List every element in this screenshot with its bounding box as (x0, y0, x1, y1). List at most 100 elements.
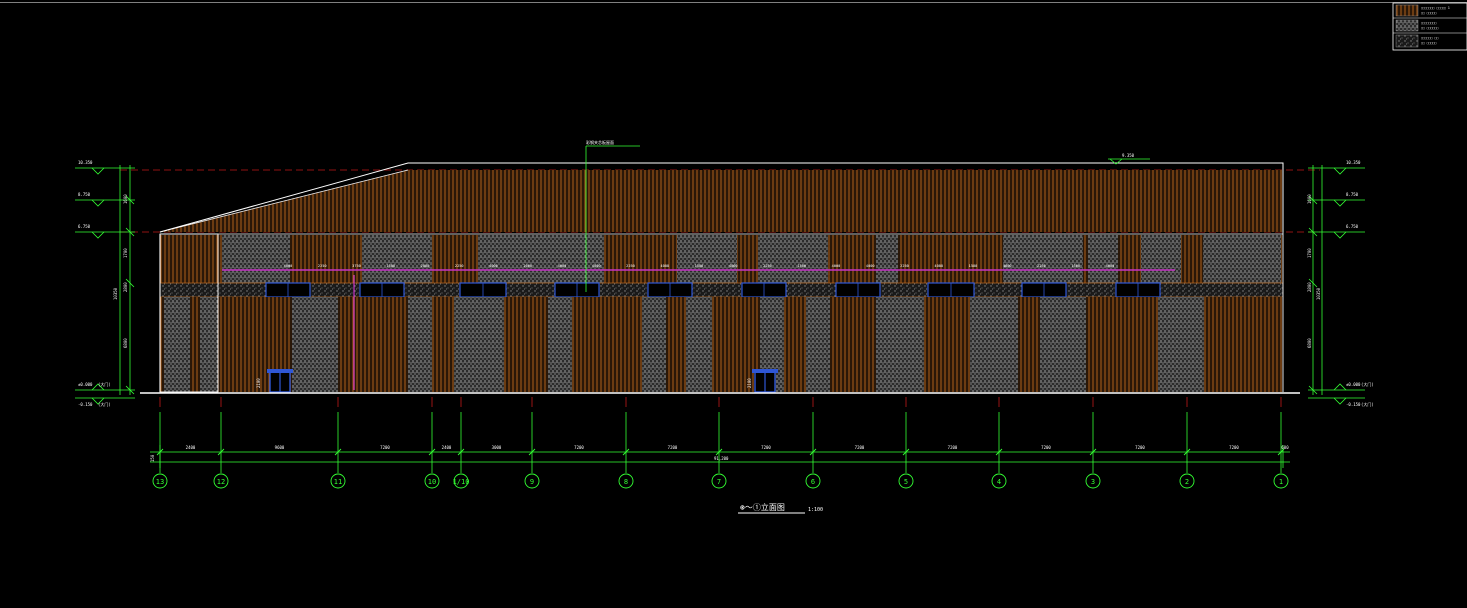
window-dim-19: 4000 (934, 264, 943, 268)
axis-label-4: 1/10 (453, 478, 470, 486)
window-dim-0: 4000 (284, 264, 293, 268)
overall-side-dimension: 150 (150, 454, 155, 462)
span-dim-11: 7200 (1135, 445, 1145, 450)
level-eave-left: 8.750 (78, 192, 91, 197)
level-mid-right: 6.750 (1346, 224, 1359, 229)
level-ground-right-note: (大门) (1361, 381, 1374, 387)
window-dim-13: 4000 (729, 264, 738, 268)
legend-swatch-gravel (1395, 34, 1419, 48)
vdim-left-5: 10350 (113, 287, 118, 300)
legend-swatch-stripe (1395, 19, 1419, 32)
legend-row-2-line1: □□□□□□□□ (1421, 21, 1436, 25)
span-dim-5: 7200 (574, 445, 584, 450)
window-dim-6: 4000 (489, 264, 498, 268)
legend-row-1-line2: □□ □□□□□ (1421, 11, 1436, 15)
axis-label-9: 5 (904, 478, 908, 486)
elevation-drawing: □□□□□□□ □□□□□ 1 □□ □□□□□ □□□□□□□□ □□ □□□… (0, 2, 1467, 514)
legend-row-3-line2: □□ □□□□□ (1421, 41, 1436, 45)
legend-row-3-line1: □□□□□□ □□ (1421, 36, 1438, 40)
axis-label-8: 6 (811, 478, 815, 486)
axis-label-3: 10 (428, 478, 436, 486)
axis-label-2: 11 (334, 478, 342, 486)
span-dim-13: 600 (1281, 445, 1289, 450)
vdim-left-1: 1600 (123, 194, 128, 204)
level-base-right-note: (大门) (1361, 401, 1374, 407)
axis-grid: 13 12 11 10 1/10 9 8 7 6 5 4 3 2 1 (152, 397, 1289, 489)
roof-note-text: 彩钢夹芯板屋面 (586, 139, 614, 145)
axis-label-10: 4 (997, 478, 1001, 486)
window-dim-18: 2250 (900, 264, 909, 268)
vdim-right-1: 1600 (1307, 194, 1312, 204)
span-dim-9: 7200 (948, 445, 958, 450)
window-dim-16: 4000 (832, 264, 841, 268)
window-dim-4: 2000 (421, 264, 430, 268)
vdim-left-3: 2800 (123, 282, 128, 292)
level-base-right: -0.150 (1346, 402, 1361, 407)
span-dim-2: 7200 (380, 445, 390, 450)
window-dim-3: 1500 (386, 264, 395, 268)
legend-swatch-orange (1395, 4, 1419, 17)
window-dim-7: 2000 (523, 264, 532, 268)
door-dim-right: 2100 (747, 378, 752, 388)
vdim-right-5: 10350 (1316, 287, 1321, 300)
window-dim-11: 4000 (660, 264, 669, 268)
span-dim-8: 7200 (855, 445, 865, 450)
vdim-left-2: 1700 (123, 248, 128, 258)
axis-label-0: 13 (156, 478, 164, 486)
level-top-right: 10.350 (1346, 160, 1361, 165)
window-dim-23: 1500 (1071, 264, 1080, 268)
right-levels (1308, 165, 1365, 405)
door-dim-left: 2100 (256, 378, 261, 388)
drawing-title: ⊛～①立面图 1:100 (738, 502, 823, 514)
level-ground-left-note: (大门) (98, 381, 111, 387)
gravel-strip (160, 283, 1283, 297)
drawing-scale-text: 1:100 (808, 507, 823, 513)
level-ground-left: ±0.000 (78, 382, 93, 387)
axis-label-11: 3 (1091, 478, 1095, 486)
window-dim-2: 3750 (352, 264, 361, 268)
window-dim-8: 4000 (558, 264, 567, 268)
vdim-left-4: 6800 (123, 338, 128, 348)
span-dim-4: 3000 (492, 445, 502, 450)
window-dim-1: 2250 (318, 264, 327, 268)
span-dim-1: 9600 (275, 445, 285, 450)
span-dimension-texts: 2400 9600 7200 2400 3000 7200 7200 7200 7200 7200… (186, 445, 1290, 450)
legend-row-2-line2: □□ □□□□□□ (1421, 26, 1438, 30)
level-ground-right: ±0.000 (1346, 382, 1361, 387)
material-legend: □□□□□□□ □□□□□ 1 □□ □□□□□ □□□□□□□□ □□ □□□… (1392, 2, 1467, 51)
window-dim-17: 4000 (866, 264, 875, 268)
axis-label-5: 9 (530, 478, 534, 486)
level-top-left: 10.350 (78, 160, 93, 165)
window-dim-10: 2250 (626, 264, 635, 268)
vdim-right-2: 1700 (1307, 248, 1312, 258)
level-base-left-note: (大门) (98, 401, 111, 407)
roof-cladding-main (408, 170, 1283, 232)
window-dim-9: 4000 (592, 264, 601, 268)
axis-label-6: 8 (624, 478, 628, 486)
building-elevation (140, 162, 1300, 394)
window-dim-21: 4000 (1003, 264, 1012, 268)
overall-dimension: 91,200 (714, 456, 729, 461)
vdim-right-4: 6800 (1307, 338, 1312, 348)
window-dim-24: 4000 (1106, 264, 1115, 268)
ridge-level-marker: 9.350 (1108, 153, 1150, 165)
ridge-level-text: 9.350 (1122, 153, 1135, 158)
vdim-right-3: 2800 (1307, 282, 1312, 292)
entrance-door-right (752, 369, 778, 393)
axis-label-13: 1 (1279, 478, 1283, 486)
axis-label-12: 2 (1185, 478, 1189, 486)
drawing-title-text: ⊛～①立面图 (740, 502, 785, 512)
level-eave-right: 8.750 (1346, 192, 1359, 197)
span-dim-10: 7200 (1041, 445, 1051, 450)
span-dim-0: 2400 (186, 445, 196, 450)
window-dim-22: 2250 (1037, 264, 1046, 268)
level-base-left: -0.150 (78, 402, 93, 407)
span-dim-6: 7200 (668, 445, 678, 450)
level-mid-left: 6.750 (78, 224, 91, 229)
window-dim-15: 1500 (797, 264, 806, 268)
window-dim-20: 1500 (969, 264, 978, 268)
axis-label-1: 12 (217, 478, 225, 486)
span-dim-7: 7200 (761, 445, 771, 450)
window-dim-12: 1500 (695, 264, 704, 268)
window-dim-5: 2250 (455, 264, 464, 268)
